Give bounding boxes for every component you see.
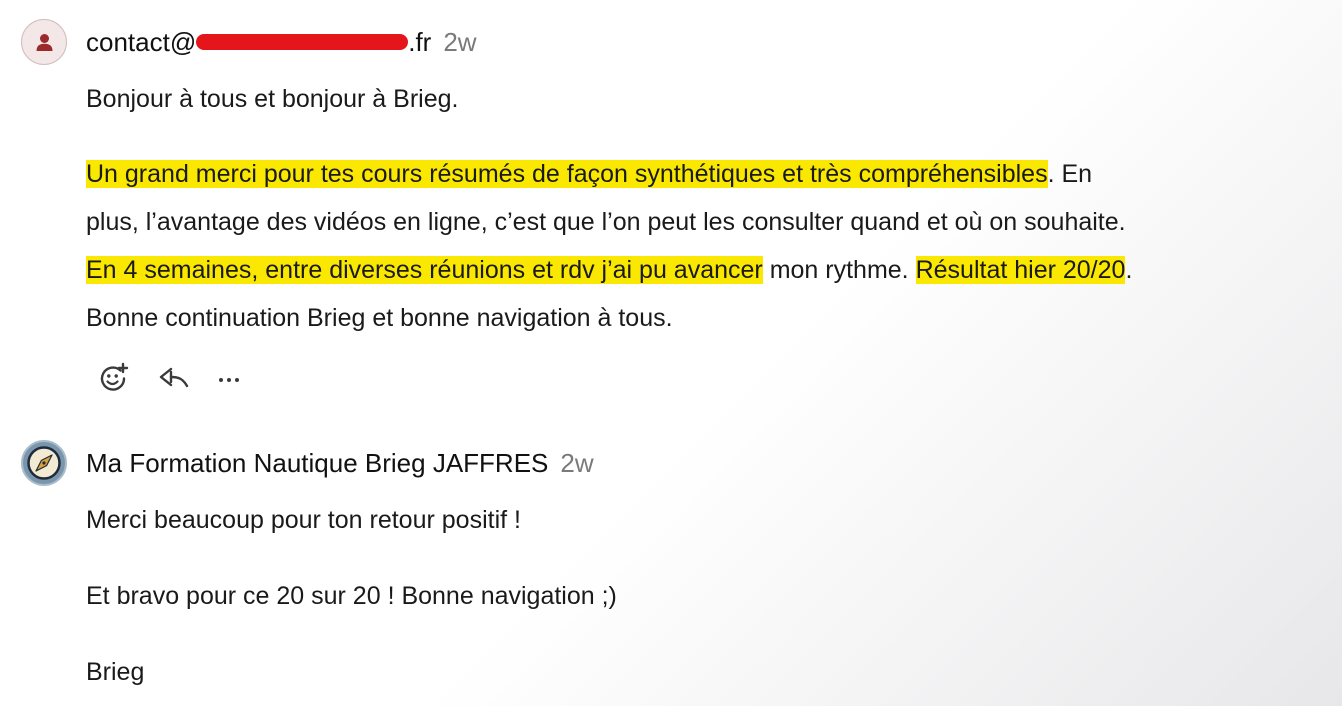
body-line-1: Un grand merci pour tes cours résumés de… (86, 160, 1093, 188)
author-email-suffix: .fr (408, 27, 432, 57)
person-icon (36, 34, 53, 51)
comment-header: Ma Formation Nautique Brieg JAFFRES 2w (86, 447, 594, 479)
body-line-4: Bonne continuation Brieg et bonne naviga… (86, 304, 673, 332)
author-name[interactable]: contact@ .fr (86, 27, 431, 57)
redaction-mark (196, 34, 409, 51)
body-line-2: plus, l’avantage des vidéos en ligne, c’… (86, 208, 1126, 236)
compass-icon (27, 446, 61, 480)
reply-line-2: Et bravo pour ce 20 sur 20 ! Bonne navig… (86, 582, 617, 610)
highlighted-text: Résultat hier 20/20 (915, 256, 1126, 284)
author-name[interactable]: Ma Formation Nautique Brieg JAFFRES (86, 448, 548, 478)
brand-avatar[interactable] (21, 440, 67, 486)
user-avatar[interactable] (21, 19, 67, 65)
reply-icon (159, 367, 189, 388)
add-reaction-button[interactable] (96, 360, 132, 396)
add-reaction-icon (100, 362, 129, 391)
reply-line-1: Merci beaucoup pour ton retour positif ! (86, 506, 521, 534)
highlighted-text: En 4 semaines, entre diverses réunions e… (86, 256, 763, 284)
timestamp[interactable]: 2w (443, 27, 476, 57)
comment-header: contact@ .fr 2w (86, 26, 477, 58)
timestamp[interactable]: 2w (560, 448, 593, 478)
body-line-3: En 4 semaines, entre diverses réunions e… (86, 256, 1133, 284)
highlighted-text: Un grand merci pour tes cours résumés de… (86, 160, 1048, 188)
comment-greeting: Bonjour à tous et bonjour à Brieg. (86, 85, 459, 113)
reply-button[interactable] (156, 360, 192, 396)
reply-signature: Brieg (86, 658, 145, 686)
more-options-button[interactable] (212, 360, 248, 396)
comment-body: Un grand merci pour tes cours résumés de… (86, 150, 1132, 342)
author-email-prefix: contact@ (86, 27, 197, 57)
more-options-icon (219, 378, 239, 382)
